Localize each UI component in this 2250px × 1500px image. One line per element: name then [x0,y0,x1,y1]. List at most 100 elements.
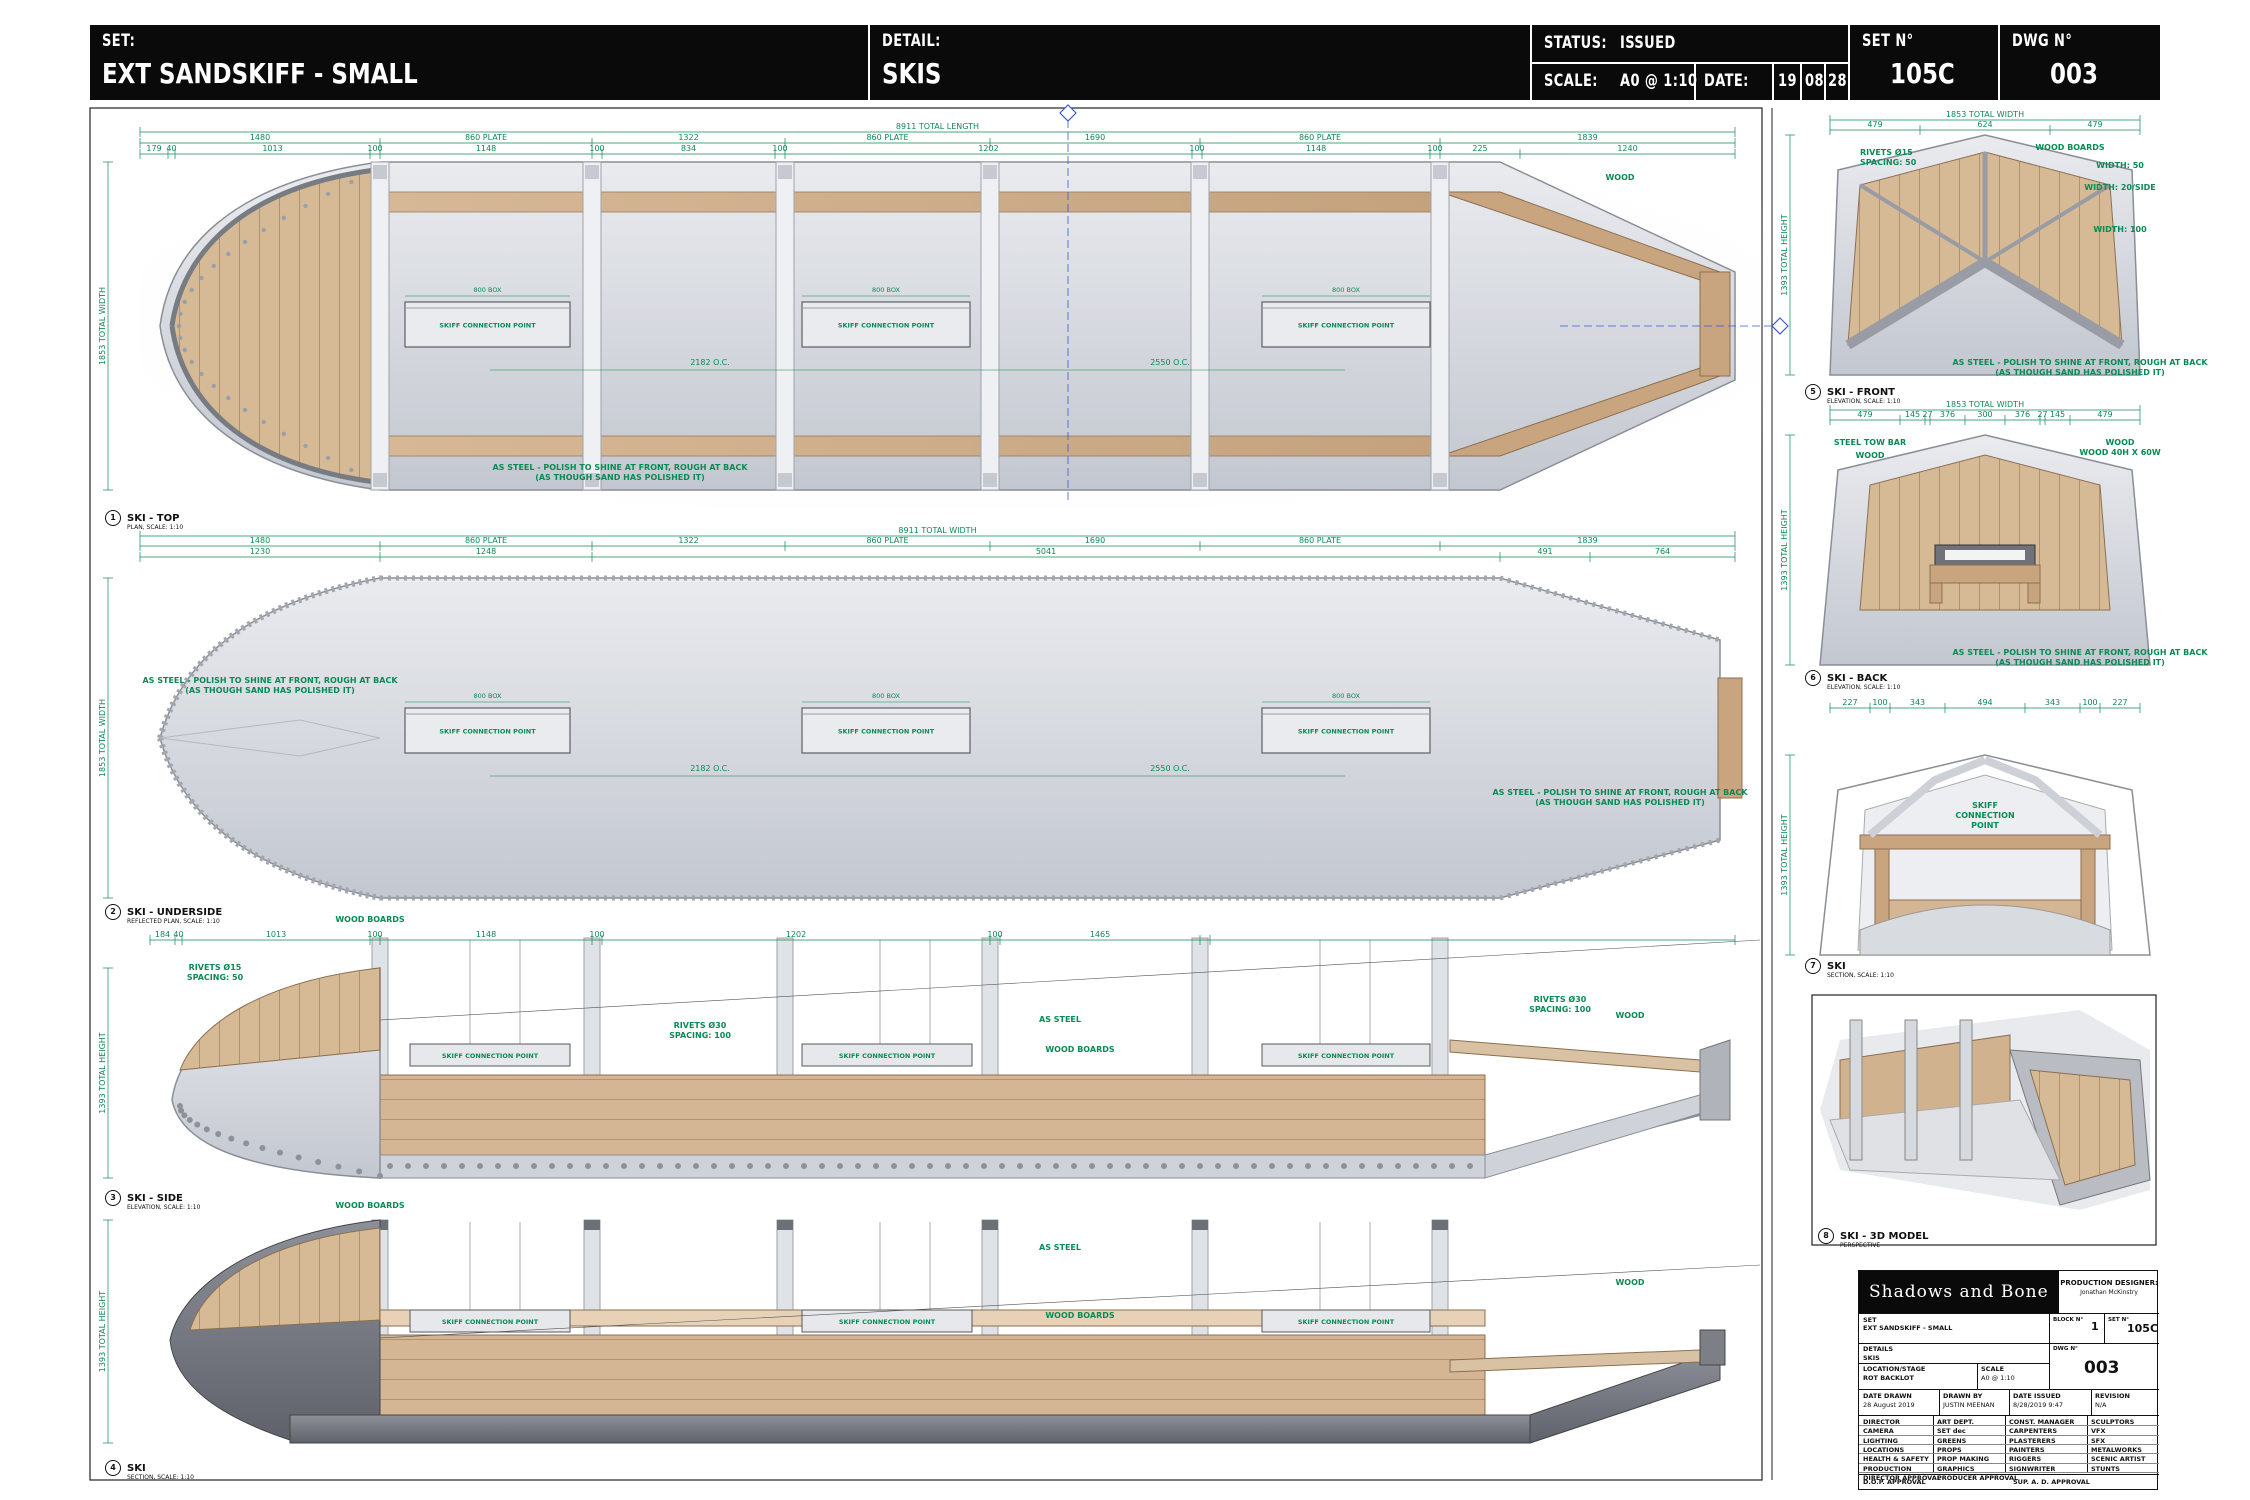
frame-post [582,161,602,491]
post-cap [1193,473,1207,487]
dimension-label: 8911 TOTAL WIDTH [898,526,976,535]
callout-note: (AS THOUGH SAND HAS POLISHED IT) [535,473,705,482]
dimension-label: 100 [589,930,604,939]
pd-name: Jonathan McKinstry [2080,1289,2138,1296]
rivet [226,251,231,257]
dimension-label: 479 [1867,120,1882,129]
dimension-label: 100 [1189,144,1204,153]
rivet [1161,1163,1167,1169]
rivet [261,227,266,233]
rivet [315,1159,322,1165]
dimension-label: 343 [1910,698,1925,707]
dimension-label: 860 PLATE [465,536,507,545]
rivet [325,455,331,461]
ski-front-view [1829,134,2141,376]
connection-label: SKIFF CONNECTION POINT [439,728,536,736]
upright-cap [982,1220,998,1230]
tb-dwg-label: DWG N° [2053,1346,2078,1352]
rivet [1125,1163,1131,1169]
rivet [211,383,216,389]
view-number: 8 [1818,1228,1834,1244]
dimension-label: 179 [146,144,161,153]
rivet [277,1149,283,1156]
rivet [259,1145,266,1151]
dop-approval: D.O.P. APPROVAL [1863,1478,1926,1486]
view-title: SKI - FRONT [1827,387,1896,398]
view-caption-underside: 2 SKI - UNDERSIDE REFLECTED PLAN, SCALE: … [105,904,222,925]
ski-back-view [1819,434,2151,666]
view-caption-section: 4 SKI SECTION, SCALE: 1:10 [105,1460,194,1481]
callout-note: (AS THOUGH SAND HAS POLISHED IT) [185,686,355,695]
view-number: 5 [1805,384,1821,400]
rivet [281,215,287,221]
dimension-label: 494 [1977,698,1992,707]
tb-set-row: SET EXT SANDSKIFF - SMALL BLOCK N° 1 SET… [1859,1313,2159,1344]
tb-dwg-value: 003 [2084,1358,2120,1378]
callout-note: WIDTH: 20/SIDE [2084,183,2155,192]
dimension-label: 1148 [476,930,496,939]
post-cap [778,165,792,179]
view-subtitle: PLAN, SCALE: 1:10 [127,524,184,531]
callout-note: CONNECTION [1955,811,2014,820]
post-cap [373,165,387,179]
rivet [711,1163,717,1169]
dimension-label: 860 PLATE [1299,536,1341,545]
view-caption-front: 5 SKI - FRONT ELEVATION, SCALE: 1:10 [1805,384,1900,405]
view-title: SKI - UNDERSIDE [127,907,223,918]
tb-drawn-by-label: DRAWN BY [1943,1392,1983,1400]
rivet [1251,1163,1257,1169]
ski-side-view: SKIFF CONNECTION POINT SKIFF CONNECTION P… [171,937,1731,1179]
rivet [1287,1163,1293,1169]
callout-note: AS STEEL - POLISH TO SHINE AT FRONT, ROU… [142,676,398,685]
post-cap [983,473,997,487]
box-dim-label: 800 BOX [872,286,901,294]
view-caption-xsection: 7 SKI SECTION, SCALE: 1:10 [1805,958,1894,979]
connection-label: SKIFF CONNECTION POINT [442,1318,539,1326]
rivet [199,371,204,377]
rivet [837,1163,843,1169]
connection-label: SKIFF CONNECTION POINT [838,322,935,330]
dimension-label: 1393 TOTAL HEIGHT [1780,814,1789,895]
dimension-label: 100 [987,930,1002,939]
frame-post [775,161,795,491]
tb-scale-value: A0 @ 1:10 [1981,1374,2015,1382]
rivet [585,1163,591,1169]
callout-note: RIVETS Ø30 [674,1020,727,1030]
rivet [178,335,183,341]
rivet [211,263,216,269]
rivet [981,1163,987,1169]
rivet [303,443,308,449]
dimension-label: 1393 TOTAL HEIGHT [1780,509,1789,590]
dimension-label: 376 [1940,410,1955,419]
ski-section-view: SKIFF CONNECTION POINT SKIFF CONNECTION P… [169,1219,1726,1444]
tb-set-label: SET [1863,1316,1877,1324]
post-cap [373,473,387,487]
rivet [873,1163,879,1169]
view-number: 7 [1805,958,1821,974]
callout-note: STEEL TOW BAR [1834,438,1906,447]
view-caption-top: 1 SKI - TOP PLAN, SCALE: 1:10 [105,510,183,531]
dimension-label: 1853 TOTAL WIDTH [98,287,107,365]
rivet [1377,1163,1383,1169]
view-number: 3 [105,1190,121,1206]
rivet [1305,1163,1311,1169]
rivet [387,1163,393,1169]
rivet [657,1163,663,1169]
dimension-label: 100 [772,144,787,153]
dimension-label: 1322 [678,133,698,142]
dimension-label: 100 [589,144,604,153]
dimension-label: 1148 [1306,144,1326,153]
rivet [405,1163,411,1169]
connection-label: SKIFF CONNECTION POINT [839,1318,936,1326]
production-designer: PRODUCTION DESIGNER: Jonathan McKinstry [2059,1271,2159,1313]
ski-3d-model-view [1811,994,2157,1246]
rivet [1323,1163,1329,1169]
dimension-label: 1248 [476,547,496,556]
rivet [999,1163,1005,1169]
callout-note: WOOD [1855,451,1884,460]
dimension-label: 860 PLATE [866,536,908,545]
tb-location-value: ROT BACKLOT [1863,1374,1914,1382]
rivet [765,1163,771,1169]
rivet [199,275,204,281]
tb-block-label: BLOCK N° [2053,1317,2084,1323]
